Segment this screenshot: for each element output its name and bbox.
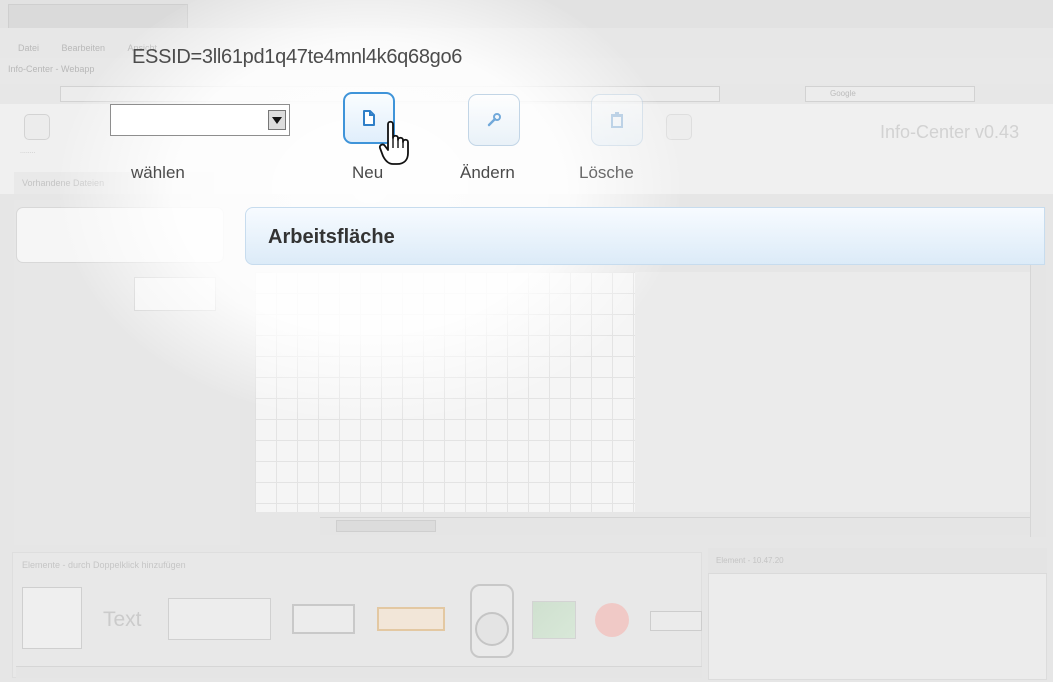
workspace-horizontal-scroll-thumb[interactable]: [336, 520, 436, 532]
back-button[interactable]: [24, 114, 50, 140]
dropdown-button[interactable]: [268, 110, 286, 130]
palette-item-chart[interactable]: [532, 601, 576, 639]
switch-knob-icon: [475, 612, 509, 646]
file-list-box[interactable]: [16, 207, 224, 263]
search-input[interactable]: Google: [805, 86, 975, 102]
chevron-down-icon: [272, 116, 282, 124]
menu-item-datei[interactable]: Datei: [18, 43, 39, 53]
palette-item-button[interactable]: [377, 607, 445, 631]
trash-icon: [611, 112, 623, 128]
hand-cursor-icon: [378, 120, 409, 165]
menu-item-bearbeiten[interactable]: Bearbeiten: [61, 43, 105, 53]
palette-item-led[interactable]: [595, 603, 629, 637]
app-title: Info-Center v0.43: [880, 122, 1020, 142]
palette-item-text[interactable]: Text: [103, 608, 142, 632]
palette-scrollbar[interactable]: [16, 666, 702, 678]
session-id-text: ESSID=3ll61pd1q47te4mnl4k6q68go6: [132, 46, 463, 68]
browser-tab[interactable]: [8, 4, 188, 28]
delete-button[interactable]: [591, 94, 643, 146]
wrench-icon: [487, 113, 501, 127]
select-label: wählen: [131, 163, 185, 182]
extra-toolbar-button[interactable]: [666, 114, 692, 140]
palette-item-rectangle[interactable]: [22, 587, 82, 649]
file-select-dropdown[interactable]: [110, 104, 290, 136]
workspace-grid: [255, 272, 635, 512]
file-filter-input[interactable]: [134, 277, 216, 311]
back-button-caption: ........: [20, 148, 36, 155]
edit-button[interactable]: [468, 94, 520, 146]
palette-item-field[interactable]: [292, 604, 355, 634]
new-document-icon: [363, 110, 375, 126]
edit-button-label: Ändern: [460, 163, 515, 182]
workspace-title: Arbeitsfläche: [268, 226, 395, 248]
delete-button-label: Lösche: [579, 163, 634, 182]
new-button-label: Neu: [352, 163, 384, 182]
browser-tab-title[interactable]: Info-Center - Webapp: [8, 64, 94, 74]
palette-item-slider[interactable]: [650, 611, 702, 631]
palette-header: Elemente - durch Doppelklick hinzufügen: [22, 560, 186, 570]
properties-header: Element - 10.47.20: [708, 548, 1047, 574]
palette-item-image[interactable]: [168, 598, 271, 640]
